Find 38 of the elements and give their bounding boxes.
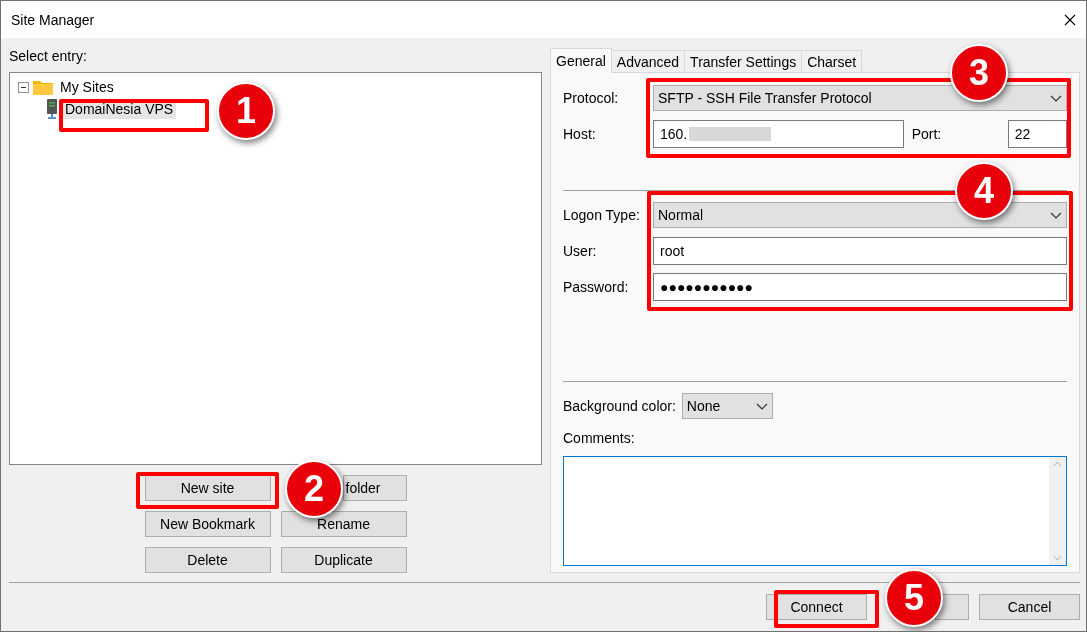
- tree-button[interactable]: folder: [342, 475, 407, 501]
- server-icon: [46, 99, 58, 119]
- port-field[interactable]: 22: [1007, 120, 1067, 148]
- tree-button[interactable]: New Bookmark: [144, 511, 271, 537]
- caret-icon: [755, 402, 768, 410]
- close-icon[interactable]: [1064, 13, 1076, 26]
- field-label: Password:: [563, 279, 630, 295]
- tab[interactable]: Charset: [801, 50, 863, 72]
- dialog-button[interactable]: Connect: [766, 594, 867, 620]
- field-label: Logon Type:: [563, 207, 641, 223]
- field-label: Protocol:: [563, 90, 620, 106]
- tree-button[interactable]: Delete: [144, 547, 271, 573]
- tree-item[interactable]: My Sites: [57, 77, 117, 97]
- caret-icon: [1050, 211, 1062, 219]
- tree-button[interactable]: Duplicate: [280, 547, 407, 573]
- step-number-badge: 5: [885, 569, 943, 627]
- select-entry-label: Select entry:: [9, 48, 88, 66]
- field-label: Background color:: [563, 398, 676, 414]
- window-title: Site Manager: [11, 11, 96, 28]
- background-color-dropdown[interactable]: None: [681, 393, 773, 419]
- field-label: User:: [563, 243, 598, 259]
- password-field[interactable]: ●●●●●●●●●●●: [653, 273, 1067, 301]
- logon-type-dropdown[interactable]: Normal: [653, 202, 1067, 228]
- folder-icon: [33, 79, 53, 95]
- caret-icon: [1050, 94, 1062, 102]
- step-number-badge: 3: [950, 44, 1008, 102]
- tree-button[interactable]: Rename: [280, 511, 407, 537]
- protocol-dropdown[interactable]: SFTP - SSH File Transfer Protocol: [653, 85, 1067, 111]
- field-label: Port:: [911, 126, 943, 142]
- field-label: Comments:: [563, 430, 636, 448]
- field-label: Host:: [563, 126, 597, 142]
- tab[interactable]: General: [550, 48, 612, 73]
- collapse-icon[interactable]: [18, 81, 29, 93]
- tab[interactable]: Transfer Settings: [684, 50, 803, 72]
- tree-button[interactable]: New site: [144, 475, 271, 501]
- dialog-button[interactable]: Cancel: [979, 594, 1080, 620]
- comments-field[interactable]: [563, 456, 1067, 566]
- user-field[interactable]: root: [653, 237, 1067, 265]
